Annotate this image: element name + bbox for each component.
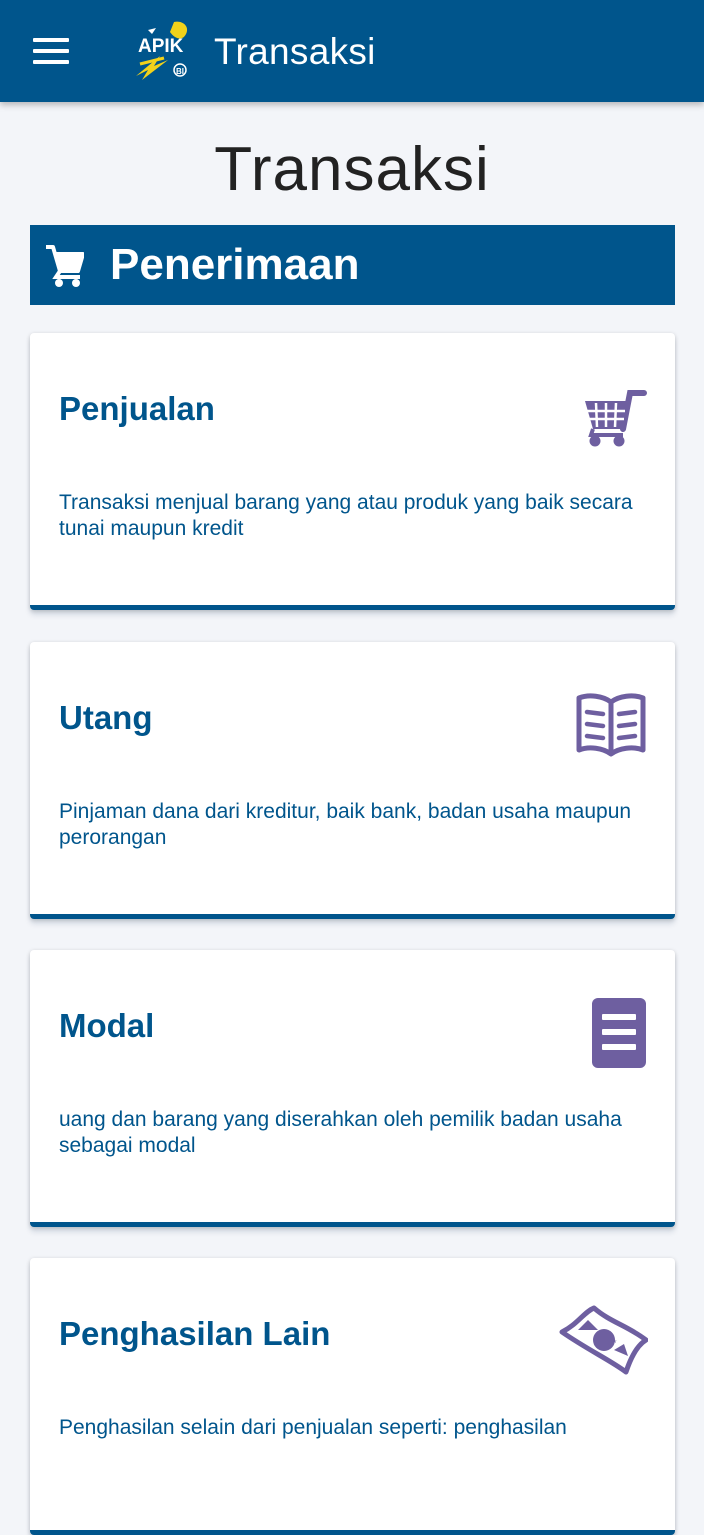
section-header-penerimaan: Penerimaan [30,225,675,305]
svg-text:*: * [613,1338,617,1348]
card-description: Transaksi menjual barang yang atau produ… [59,491,633,540]
card-penghasilan-lain[interactable]: Penghasilan Lain * Penghasilan selain da… [30,1258,675,1535]
hamburger-menu-icon[interactable] [33,38,69,64]
card-title: Penjualan [59,390,215,427]
card-title: Utang [59,699,153,736]
document-icon [592,998,646,1073]
shopping-cart-icon [583,387,647,452]
open-book-icon [575,688,647,765]
card-penjualan[interactable]: Penjualan Transaksi menjual barang yang … [30,333,675,610]
apik-logo: APIK BI [130,20,194,82]
app-bar: APIK BI Transaksi [0,0,704,102]
appbar-title: Transaksi [214,31,376,72]
card-title: Modal [59,1007,155,1044]
svg-text:APIK: APIK [138,36,184,57]
card-modal[interactable]: Modal uang dan barang yang diserahkan ol… [30,950,675,1227]
card-description: uang dan barang yang diserahkan oleh pem… [59,1108,622,1157]
money-bill-icon: * [558,1304,649,1381]
card-description: Pinjaman dana dari kreditur, baik bank, … [59,800,632,849]
card-utang[interactable]: Utang Pinjaman dana dari kreditur, baik … [30,642,675,919]
section-title: Penerimaan [110,240,360,289]
page-title: Transaksi [214,135,490,204]
cart-icon [44,243,85,287]
svg-text:BI: BI [176,67,184,76]
card-title: Penghasilan Lain [59,1315,331,1352]
card-description: Penghasilan selain dari penjualan sepert… [59,1416,567,1439]
